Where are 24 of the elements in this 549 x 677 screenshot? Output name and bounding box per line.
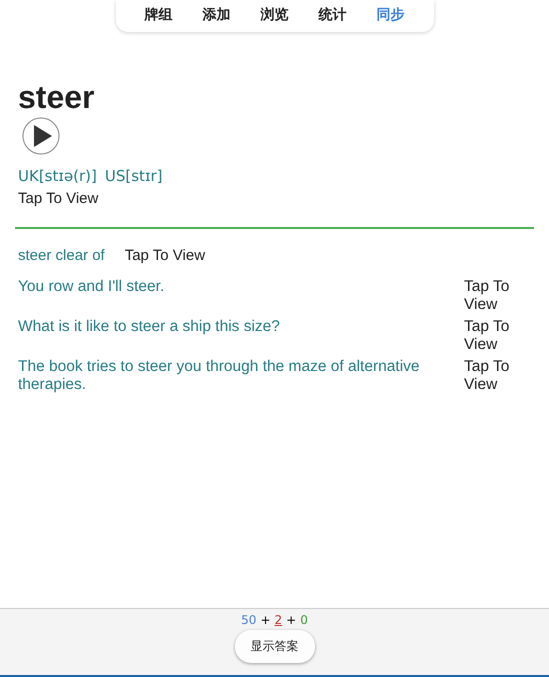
meaning-reveal[interactable]: Tap To View bbox=[18, 190, 534, 208]
card-count: 2 bbox=[274, 613, 282, 627]
show-answer-button[interactable]: 显示答案 bbox=[234, 630, 314, 663]
nav-tab[interactable]: 牌组 bbox=[130, 4, 188, 26]
meaning-reveal[interactable]: Tap To View bbox=[464, 358, 534, 394]
headword: steer bbox=[18, 80, 96, 116]
meaning-reveal[interactable]: Tap To View bbox=[124, 247, 206, 264]
card-count: 0 bbox=[300, 613, 308, 627]
example-sentence: You row and I'll steer. bbox=[18, 278, 166, 298]
nav-tab[interactable]: 统计 bbox=[304, 4, 362, 26]
plus-sign: + bbox=[286, 613, 296, 627]
nav-tab[interactable]: 同步 bbox=[362, 4, 420, 26]
example-sentence: What is it like to steer a ship this size? bbox=[18, 318, 281, 338]
phonetic: UK[stɪə(r)] bbox=[18, 167, 97, 186]
play-icon[interactable] bbox=[22, 117, 60, 156]
meaning-reveal[interactable]: Tap To View bbox=[464, 278, 534, 314]
card-count: 50 bbox=[241, 613, 256, 627]
phonetic: US[stɪr] bbox=[104, 167, 163, 186]
nav-tab[interactable]: 浏览 bbox=[246, 4, 304, 26]
meaning-reveal[interactable]: Tap To View bbox=[464, 318, 534, 354]
phrase: steer clear of bbox=[18, 247, 105, 264]
plus-sign: + bbox=[260, 613, 270, 627]
example-sentence: The book tries to steer you through the maze of alternative therapies. bbox=[18, 358, 421, 394]
nav-tab[interactable]: 添加 bbox=[188, 4, 246, 26]
